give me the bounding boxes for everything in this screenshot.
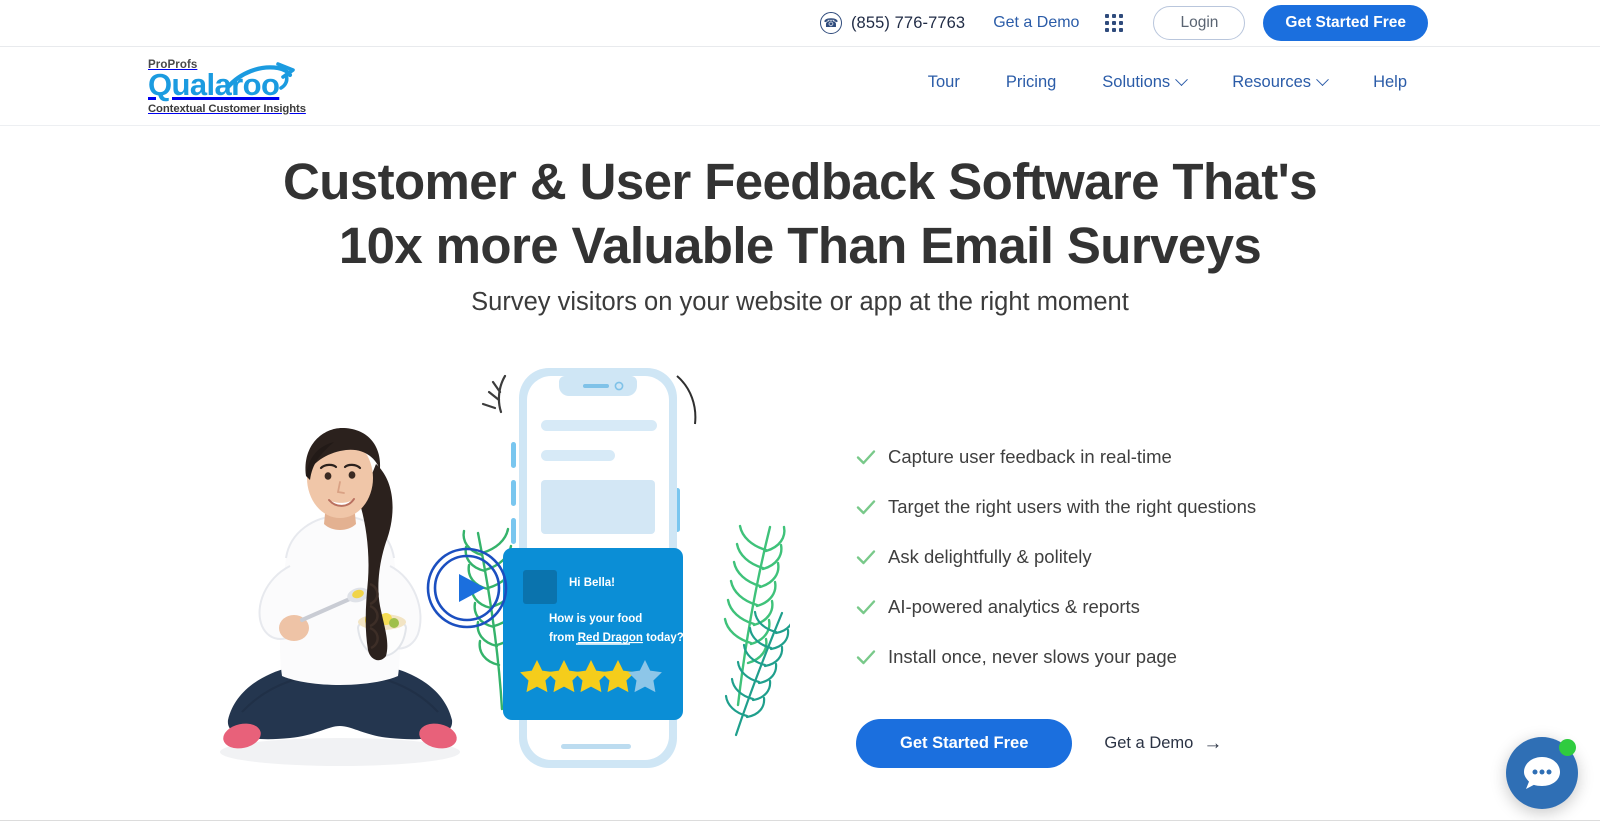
play-button-icon[interactable]	[425, 546, 509, 630]
login-button[interactable]: Login	[1153, 6, 1246, 40]
svg-text:How is your food: How is your food	[549, 613, 642, 625]
landing-page: ☎ (855) 776-7763 Get a Demo Login Get St…	[0, 0, 1600, 821]
check-icon	[856, 650, 876, 665]
motion-marks	[481, 374, 507, 414]
get-started-free-button-top[interactable]: Get Started Free	[1263, 5, 1428, 41]
nav-label: Tour	[927, 73, 960, 91]
feature-label: AI-powered analytics & reports	[888, 596, 1140, 617]
list-item: AI-powered analytics & reports	[855, 582, 1256, 632]
kangaroo-swoosh-icon	[226, 62, 295, 90]
hero-illustration: Hi Bella! How is your food from Red Drag…	[150, 358, 790, 798]
logo[interactable]: ProProfs Qualaroo Contextual Customer In…	[148, 59, 308, 115]
feature-list: Capture user feedback in real-time Targe…	[855, 432, 1256, 682]
nav-item-tour[interactable]: Tour	[905, 73, 983, 92]
list-item: Install once, never slows your page	[855, 632, 1256, 682]
nav-label: Solutions	[1102, 73, 1171, 91]
list-item: Target the right users with the right qu…	[855, 482, 1256, 532]
hero-title-line-1: Customer & User Feedback Software That's	[283, 153, 1318, 210]
check-icon	[856, 500, 876, 515]
page-title: Customer & User Feedback Software That's…	[0, 150, 1600, 279]
nav-item-solutions[interactable]: Solutions	[1079, 73, 1209, 92]
hero-title-line-2: 10x more Valuable Than Email Surveys	[338, 217, 1262, 275]
online-status-dot	[1559, 739, 1576, 756]
apps-grid-icon[interactable]	[1105, 14, 1124, 32]
nav-item-resources[interactable]: Resources	[1209, 73, 1350, 92]
list-item: Capture user feedback in real-time	[855, 432, 1256, 482]
list-item: Ask delightfully & politely	[855, 532, 1256, 582]
chat-bubble-icon	[1524, 757, 1560, 789]
survey-card: Hi Bella! How is your food from Red Drag…	[503, 548, 684, 720]
nav-label: Resources	[1232, 73, 1312, 91]
feature-label: Capture user feedback in real-time	[888, 446, 1172, 467]
phone-mockup: Hi Bella! How is your food from Red Drag…	[481, 368, 697, 768]
main-nav: Tour Pricing Solutions Resources Help	[905, 73, 1430, 92]
feature-label: Ask delightfully & politely	[888, 546, 1092, 567]
phone-icon: ☎	[819, 12, 842, 34]
feature-label: Install once, never slows your page	[888, 646, 1177, 667]
hero-subtitle: Survey visitors on your website or app a…	[471, 288, 1129, 316]
chevron-down-icon	[1316, 73, 1329, 87]
main-header: ProProfs Qualaroo Contextual Customer In…	[0, 47, 1600, 126]
chevron-down-icon	[1175, 73, 1189, 87]
chat-widget-button[interactable]	[1506, 737, 1578, 809]
phone-contact[interactable]: ☎ (855) 776-7763	[819, 12, 966, 34]
nav-label: Help	[1373, 73, 1407, 91]
utility-bar: ☎ (855) 776-7763 Get a Demo Login Get St…	[0, 0, 1600, 47]
svg-text:Hi Bella!: Hi Bella!	[569, 577, 615, 589]
nav-label: Pricing	[1005, 73, 1057, 91]
logo-tagline: Contextual Customer Insights	[148, 102, 306, 115]
nav-item-pricing[interactable]: Pricing	[983, 73, 1079, 92]
cta-secondary-label: Get a Demo	[1104, 734, 1194, 752]
check-icon	[856, 550, 876, 565]
nav-item-help[interactable]: Help	[1350, 73, 1430, 92]
get-a-demo-link-top[interactable]: Get a Demo	[993, 14, 1079, 32]
get-started-free-button-hero[interactable]: Get Started Free	[856, 719, 1073, 768]
check-icon	[856, 600, 876, 615]
get-a-demo-link-hero[interactable]: Get a Demo →	[1104, 734, 1222, 753]
utility-bar-items: ☎ (855) 776-7763 Get a Demo Login Get St…	[819, 5, 1428, 41]
svg-text:from Red Dragon today?: from Red Dragon today?	[549, 632, 684, 644]
feature-label: Target the right users with the right qu…	[888, 496, 1257, 517]
phone-number: (855) 776-7763	[850, 13, 966, 32]
arrow-right-icon: →	[1203, 733, 1223, 754]
cta-row: Get Started Free Get a Demo →	[856, 719, 1222, 768]
check-icon	[856, 450, 876, 465]
motion-arc	[676, 375, 697, 425]
